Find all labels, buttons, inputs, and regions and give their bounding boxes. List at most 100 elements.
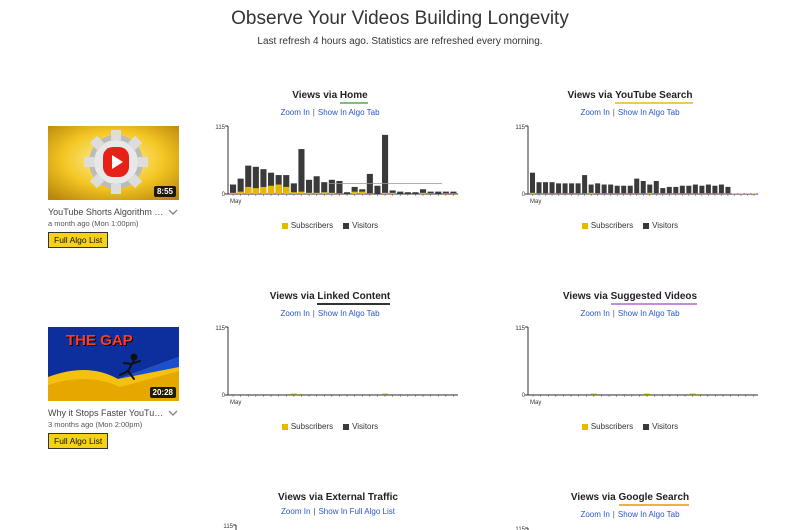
y-tick-label: 115	[215, 125, 225, 131]
video-duration: 20:28	[149, 387, 176, 398]
bar-visitors	[543, 182, 549, 194]
show-in-algo-tab-link[interactable]: Show In Algo Tab	[618, 510, 680, 519]
bar-visitors	[588, 184, 594, 194]
legend-visitors: Visitors	[643, 221, 678, 230]
zoom-in-link[interactable]: Zoom In	[280, 309, 309, 318]
bar-subscribers	[556, 193, 562, 194]
bar-visitors	[735, 394, 742, 395]
bar-subscribers	[382, 192, 389, 194]
video-thumbnail[interactable]: THE GAP 20:28	[48, 327, 179, 401]
x-tick-label: May	[530, 400, 541, 406]
page-title: Observe Your Videos Building Longevity	[231, 8, 569, 29]
bar-subscribers	[699, 193, 705, 194]
bar-subscribers	[731, 193, 737, 194]
chart-links: Zoom In | Show In Algo Tab	[500, 309, 760, 318]
bar-visitors	[545, 394, 552, 395]
bar-subscribers	[268, 185, 275, 194]
bar-visitors	[537, 394, 544, 395]
video-thumbnail[interactable]: 8:55	[48, 126, 179, 200]
bar-subscribers	[290, 394, 297, 395]
link-separator: |	[312, 108, 315, 117]
bar-visitors	[336, 394, 343, 395]
bar-subscribers	[245, 186, 252, 194]
bar-visitors	[450, 394, 457, 395]
bar-visitors	[336, 180, 343, 194]
show-in-full-algo-list-link[interactable]: Show In Full Algo List	[318, 507, 394, 516]
chart-links: Zoom In | Show In Algo Tab	[200, 309, 460, 318]
chart-source: YouTube Search	[615, 90, 693, 104]
legend-label: Subscribers	[590, 422, 634, 431]
video-date: a month ago (Mon 1:00pm)	[48, 219, 139, 228]
bar-visitors	[750, 394, 757, 395]
thumbnail-text: THE GAP	[66, 332, 133, 349]
chevron-down-icon[interactable]	[167, 408, 179, 418]
zoom-in-link[interactable]: Zoom In	[281, 507, 310, 516]
legend-swatch	[281, 423, 288, 430]
bar-visitors	[382, 134, 389, 194]
video-title[interactable]: YouTube Shorts Algorithm Explained	[48, 207, 167, 217]
chart-title-prefix: Views via	[292, 90, 338, 101]
bar-subscribers	[718, 193, 724, 194]
chart-title-prefix: Views via	[278, 492, 323, 503]
bar-visitors	[397, 191, 404, 194]
bar-subscribers	[450, 193, 457, 194]
zoom-in-link[interactable]: Zoom In	[580, 510, 609, 519]
video-title[interactable]: Why it Stops Faster YouTube Growth	[48, 408, 167, 418]
legend-subscribers: Subscribers	[581, 422, 634, 431]
chart-title: Views via YouTube Search	[500, 90, 760, 104]
bar-subscribers	[686, 193, 692, 194]
bar-visitors	[636, 394, 643, 395]
y-tick-label: 115	[215, 326, 225, 332]
bar-visitors	[660, 188, 666, 194]
chart-title-prefix: Views via	[562, 291, 608, 302]
y-tick-label: 0	[522, 393, 526, 399]
bar-visitors	[682, 394, 689, 395]
y-tick-label: 0	[522, 192, 526, 198]
bar-visitors	[435, 394, 442, 395]
bar-visitors	[720, 394, 727, 395]
bar-subscribers	[689, 394, 696, 395]
zoom-in-link[interactable]: Zoom In	[580, 108, 609, 117]
bar-visitors	[651, 394, 658, 395]
zoom-in-link[interactable]: Zoom In	[580, 309, 609, 318]
zoom-in-link[interactable]: Zoom In	[280, 108, 309, 117]
show-in-algo-tab-link[interactable]: Show In Algo Tab	[618, 309, 680, 318]
chart-google-search: Views via Google Search Zoom In | Show In …	[500, 492, 760, 530]
legend-swatch	[343, 222, 350, 229]
link-separator: |	[612, 108, 615, 117]
chart-linked-content: Views via Linked Content Zoom In | Show In…	[200, 291, 460, 431]
bar-visitors	[712, 185, 718, 194]
bar-visitors	[562, 183, 568, 194]
video-duration: 8:55	[153, 186, 176, 197]
bar-subscribers	[290, 192, 297, 194]
bar-subscribers	[306, 192, 313, 194]
bar-visitors	[621, 185, 627, 194]
bar-subscribers	[744, 193, 750, 194]
show-in-algo-tab-link[interactable]: Show In Algo Tab	[618, 108, 680, 117]
legend-subscribers: Subscribers	[281, 422, 334, 431]
chart-home: Views via Home Zoom In | Show In Algo Tab …	[200, 90, 460, 230]
legend-label: Subscribers	[290, 422, 334, 431]
chart-title: Views via Google Search	[500, 492, 760, 506]
legend-swatch	[581, 423, 588, 430]
y-tick-label: 0	[222, 393, 226, 399]
bar-visitors	[549, 182, 555, 194]
bar-subscribers	[351, 191, 358, 194]
bar-subscribers	[328, 192, 335, 194]
full-algo-list-button[interactable]: Full Algo List	[48, 232, 109, 248]
show-in-algo-tab-link[interactable]: Show In Algo Tab	[318, 108, 380, 117]
show-in-algo-tab-link[interactable]: Show In Algo Tab	[318, 309, 380, 318]
bar-subscribers	[283, 186, 290, 194]
bar-visitors	[582, 175, 588, 194]
bar-visitors	[230, 394, 237, 395]
bar-visitors	[705, 184, 711, 194]
bar-visitors	[313, 176, 320, 194]
bar-subscribers	[692, 193, 698, 194]
legend-visitors: Visitors	[343, 422, 378, 431]
bar-visitors	[653, 180, 659, 194]
chevron-down-icon[interactable]	[167, 207, 179, 217]
bar-visitors	[647, 184, 653, 194]
chart-title-prefix: Views via	[570, 492, 616, 503]
chart-title-prefix: Views via	[567, 90, 613, 101]
full-algo-list-button[interactable]: Full Algo List	[48, 433, 109, 449]
